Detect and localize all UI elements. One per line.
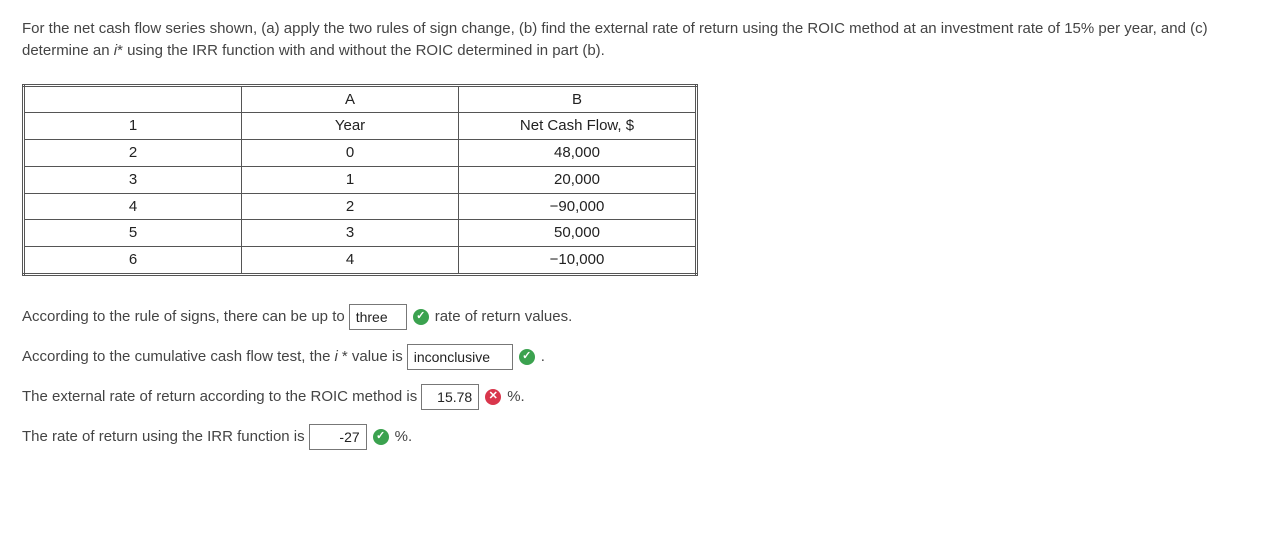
table-header-row: A B bbox=[24, 85, 697, 113]
check-icon: ✓ bbox=[519, 349, 535, 365]
answer2-mid: * value is bbox=[342, 346, 403, 368]
table-row: 1 Year Net Cash Flow, $ bbox=[24, 113, 697, 140]
question-after-i: * using the IRR function with and withou… bbox=[117, 42, 605, 59]
row-b: −10,000 bbox=[459, 247, 697, 275]
answer3-post: %. bbox=[507, 386, 525, 408]
cash-flow-table: A B 1 Year Net Cash Flow, $ 2 0 48,000 3… bbox=[22, 84, 698, 276]
answer2-post: . bbox=[541, 346, 545, 368]
row-num: 3 bbox=[24, 166, 242, 193]
answer2-pre: According to the cumulative cash flow te… bbox=[22, 346, 331, 368]
row-num: 5 bbox=[24, 220, 242, 247]
answer1-post: rate of return values. bbox=[435, 306, 573, 328]
header-b: B bbox=[459, 85, 697, 113]
question-text: For the net cash flow series shown, (a) … bbox=[22, 18, 1245, 62]
answer2-i: i bbox=[335, 346, 338, 368]
cross-icon: ✕ bbox=[485, 389, 501, 405]
row-b: Net Cash Flow, $ bbox=[459, 113, 697, 140]
row-a: 2 bbox=[242, 193, 459, 220]
answer-line-2: According to the cumulative cash flow te… bbox=[22, 344, 1245, 370]
answer2-input[interactable] bbox=[407, 344, 513, 370]
answer3-input[interactable] bbox=[421, 384, 479, 410]
row-a: 1 bbox=[242, 166, 459, 193]
row-num: 2 bbox=[24, 140, 242, 167]
table-row: 6 4 −10,000 bbox=[24, 247, 697, 275]
row-num: 6 bbox=[24, 247, 242, 275]
table-row: 5 3 50,000 bbox=[24, 220, 697, 247]
row-b: 20,000 bbox=[459, 166, 697, 193]
answer4-pre: The rate of return using the IRR functio… bbox=[22, 426, 305, 448]
answer1-input[interactable] bbox=[349, 304, 407, 330]
answer-line-3: The external rate of return according to… bbox=[22, 384, 1245, 410]
answer-line-4: The rate of return using the IRR functio… bbox=[22, 424, 1245, 450]
row-b: 50,000 bbox=[459, 220, 697, 247]
table-row: 4 2 −90,000 bbox=[24, 193, 697, 220]
check-icon: ✓ bbox=[413, 309, 429, 325]
answer-line-1: According to the rule of signs, there ca… bbox=[22, 304, 1245, 330]
answer3-pre: The external rate of return according to… bbox=[22, 386, 417, 408]
header-a: A bbox=[242, 85, 459, 113]
table-row: 2 0 48,000 bbox=[24, 140, 697, 167]
table-row: 3 1 20,000 bbox=[24, 166, 697, 193]
row-a: 0 bbox=[242, 140, 459, 167]
answer1-pre: According to the rule of signs, there ca… bbox=[22, 306, 345, 328]
row-a: 4 bbox=[242, 247, 459, 275]
row-b: 48,000 bbox=[459, 140, 697, 167]
answer4-input[interactable] bbox=[309, 424, 367, 450]
check-icon: ✓ bbox=[373, 429, 389, 445]
row-b: −90,000 bbox=[459, 193, 697, 220]
row-a: 3 bbox=[242, 220, 459, 247]
row-num: 4 bbox=[24, 193, 242, 220]
row-num: 1 bbox=[24, 113, 242, 140]
answer4-post: %. bbox=[395, 426, 413, 448]
header-blank bbox=[24, 85, 242, 113]
row-a: Year bbox=[242, 113, 459, 140]
